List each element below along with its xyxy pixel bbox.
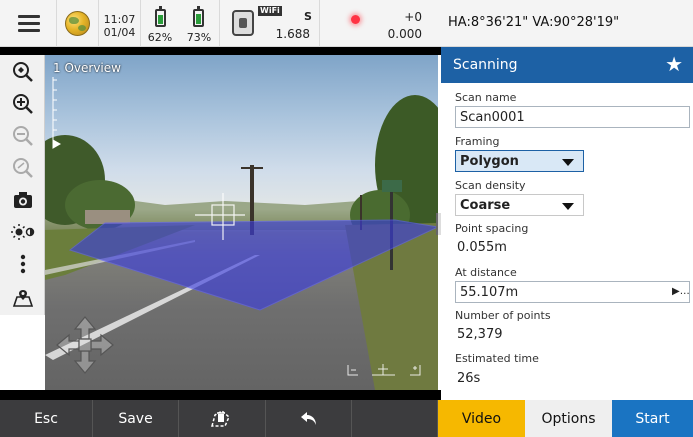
video-button[interactable]: Video — [438, 400, 525, 437]
options-button[interactable]: Options — [525, 400, 612, 437]
brightness-icon — [10, 224, 34, 240]
zoom-previous-icon — [12, 158, 33, 178]
instrument-distance: 1.688 — [275, 27, 310, 41]
date-text: 01/04 — [103, 26, 136, 39]
chevron-down-icon — [562, 159, 574, 166]
zoom-in-icon — [12, 94, 33, 114]
at-distance-input[interactable]: 55.107m ▶… — [455, 281, 690, 303]
battery-2-percent: 73% — [186, 31, 212, 44]
menu-icon-bar — [18, 29, 40, 32]
undo-icon — [300, 411, 316, 425]
divider — [0, 47, 441, 55]
menu-icon-bar — [18, 22, 40, 25]
more-button[interactable] — [0, 249, 45, 279]
zoom-out-icon — [12, 126, 33, 146]
at-distance-value: 55.107m — [460, 285, 519, 300]
gnss-status-button[interactable] — [57, 0, 99, 47]
zoom-in-button[interactable] — [0, 89, 45, 119]
battery-icon — [155, 6, 166, 27]
point-spacing-value: 0.055m — [457, 240, 507, 255]
number-of-points-label: Number of points — [455, 309, 551, 322]
estimated-time-label: Estimated time — [455, 352, 539, 365]
menu-icon — [18, 15, 40, 18]
angle-readout: HA:8°36'21" VA:90°28'19" — [448, 15, 620, 30]
survey-point-button[interactable] — [0, 283, 45, 313]
point-spacing-label: Point spacing — [455, 222, 529, 235]
view-toolbar — [0, 55, 45, 315]
divider — [0, 390, 441, 400]
start-label: Start — [635, 410, 670, 427]
status-bar: 11:07 01/04 62% 73% WiFi S 1.688 +0 0.00… — [0, 0, 693, 47]
scan-density-label: Scan density — [455, 179, 526, 192]
save-label: Save — [118, 410, 153, 427]
target-offset: +0 — [404, 10, 422, 24]
scan-name-label: Scan name — [455, 91, 517, 104]
panel-header: Scanning ★ — [441, 47, 693, 83]
polygon-edit-button[interactable] — [179, 400, 266, 437]
target-height: 0.000 — [387, 27, 422, 41]
wifi-badge: WiFi — [258, 6, 282, 16]
framing-select[interactable]: Polygon — [455, 150, 584, 172]
options-label: Options — [541, 410, 596, 427]
target-status-button[interactable]: +0 0.000 — [320, 0, 428, 47]
bottom-toolbar: Esc Save Video Options Start — [0, 400, 693, 437]
undo-button[interactable] — [266, 400, 352, 437]
scan-density-value: Coarse — [460, 198, 511, 213]
panel-title: Scanning — [453, 57, 518, 73]
at-distance-label: At distance — [455, 266, 517, 279]
scan-name-input[interactable]: Scan0001 — [455, 106, 690, 128]
chevron-down-icon — [562, 203, 574, 210]
zoom-extents-icon — [12, 62, 33, 82]
more-icon — [20, 254, 25, 274]
instrument-icon — [232, 10, 254, 36]
video-label: Video — [461, 410, 502, 427]
camera-icon — [13, 192, 32, 208]
zoom-extents-button[interactable] — [0, 57, 45, 87]
framing-label: Framing — [455, 135, 500, 148]
zoom-previous-button[interactable] — [0, 153, 45, 183]
brightness-button[interactable] — [0, 217, 45, 247]
view-label: 1 Overview — [53, 61, 121, 75]
save-button[interactable]: Save — [93, 400, 179, 437]
scanning-panel: Scanning ★ Scan name Scan0001 Framing Po… — [441, 47, 693, 400]
globe-icon — [65, 11, 90, 36]
esc-label: Esc — [34, 410, 58, 427]
scan-density-select[interactable]: Coarse — [455, 194, 584, 216]
battery-2[interactable]: 73% — [179, 0, 220, 47]
polygon-edit-icon — [211, 409, 230, 427]
framing-value: Polygon — [460, 154, 519, 169]
instrument-status-button[interactable]: WiFi S 1.688 — [220, 0, 320, 47]
number-of-points-value: 52,379 — [457, 327, 503, 342]
survey-point-icon — [12, 290, 33, 307]
esc-button[interactable]: Esc — [0, 400, 93, 437]
battery-1-fill — [158, 15, 163, 24]
empty-softkey — [352, 400, 438, 437]
favorite-star-icon[interactable]: ★ — [665, 53, 683, 75]
menu-button[interactable] — [0, 0, 57, 47]
battery-1-percent: 62% — [147, 31, 173, 44]
battery-1[interactable]: 62% — [141, 0, 179, 47]
camera-view[interactable]: 1 Overview — [45, 55, 438, 390]
scene-graphics — [45, 77, 438, 390]
measure-arrow-icon[interactable]: ▶… — [672, 284, 690, 300]
pan-control-icon — [56, 316, 114, 374]
battery-icon — [193, 6, 204, 27]
time-text: 11:07 — [103, 13, 136, 26]
estimated-time-value: 26s — [457, 371, 481, 386]
start-button[interactable]: Start — [612, 400, 693, 437]
instrument-mode: S — [304, 10, 312, 23]
target-icon — [351, 15, 360, 24]
clock: 11:07 01/04 — [99, 0, 141, 47]
zoom-out-button[interactable] — [0, 121, 45, 151]
battery-2-fill — [196, 14, 201, 24]
camera-button[interactable] — [0, 185, 45, 215]
